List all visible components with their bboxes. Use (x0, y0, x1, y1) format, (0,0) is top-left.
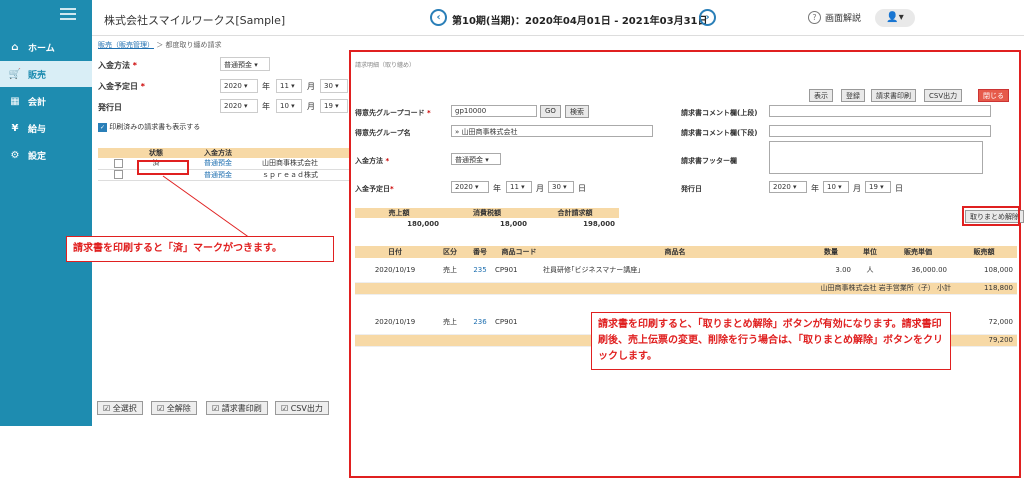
close-button[interactable]: 閉じる (978, 89, 1009, 102)
annotation-right: 請求書を印刷すると、「取りまとめ解除」ボタンが有効になります。請求書印刷後、売上… (591, 312, 951, 370)
search-button[interactable]: 検索 (565, 105, 589, 118)
sales-amount: 180,000 (407, 219, 439, 228)
csv-export-button[interactable]: CSV出力 (924, 89, 963, 102)
due-label: 入金予定日* (355, 185, 394, 193)
register-button[interactable]: 登録 (841, 89, 865, 102)
due-year-select[interactable]: 2020 ▾ (451, 181, 489, 193)
due-day-select[interactable]: 30 ▾ (548, 181, 574, 193)
comment-bottom-label: 請求書コメント欄(下段) (681, 129, 758, 137)
day-unit: 日 (578, 184, 586, 193)
method-label: 入金方法 * (355, 157, 390, 165)
group-code-label: 得意先グループコード * (355, 109, 431, 117)
csv-export-button[interactable]: ☑ CSV出力 (275, 401, 329, 415)
subtotal-row: 山田商事株式会社 岩手営業所（子） 小計 118,800 (355, 282, 1017, 295)
issue-day-select[interactable]: 19 ▾ (865, 181, 891, 193)
year-unit: 年 (493, 184, 501, 193)
comment-top-input[interactable] (769, 105, 991, 117)
group-name-field: » 山田商事株式会社 (451, 125, 653, 137)
go-button[interactable]: GO (540, 105, 561, 118)
comment-bottom-input[interactable] (769, 125, 991, 137)
unbundle-highlight (962, 206, 1020, 226)
invoice-detail-panel: 請求明細（取り纏め） 表示 登録 請求書印刷 CSV出力 閉じる 得意先グループ… (349, 50, 1024, 478)
total-amount: 198,000 (583, 219, 615, 228)
panel-title: 請求明細（取り纏め） (355, 62, 416, 69)
issue-label: 発行日 (681, 185, 702, 193)
deselect-all-button[interactable]: ☑ 全解除 (151, 401, 197, 415)
year-unit: 年 (811, 184, 819, 193)
comment-top-label: 請求書コメント欄(上段) (681, 109, 758, 117)
summary-table: 売上額 消費税額 合計請求額 180,000 18,000 198,000 (355, 208, 619, 229)
tax-amount: 18,000 (499, 219, 527, 228)
group-code-input[interactable]: gp10000 (451, 105, 537, 117)
annotation-left: 請求書を印刷すると「済」マークがつきます。 (66, 236, 334, 262)
slip-number-link[interactable]: 236 (465, 310, 495, 335)
print-invoice-button[interactable]: ☑ 請求書印刷 (206, 401, 268, 415)
print-invoice-button[interactable]: 請求書印刷 (871, 89, 916, 102)
method-select[interactable]: 普通預金 ▾ (451, 153, 501, 165)
footer-label: 請求書フッター欄 (681, 157, 737, 165)
select-all-button[interactable]: ☑ 全選択 (97, 401, 143, 415)
day-unit: 日 (895, 184, 903, 193)
month-unit: 月 (536, 184, 544, 193)
slip-number-link[interactable]: 235 (465, 258, 495, 283)
month-unit: 月 (853, 184, 861, 193)
footer-textarea[interactable] (769, 141, 983, 174)
group-name-label: 得意先グループ名 (355, 129, 411, 137)
issue-month-select[interactable]: 10 ▾ (823, 181, 849, 193)
issue-year-select[interactable]: 2020 ▾ (769, 181, 807, 193)
due-month-select[interactable]: 11 ▾ (506, 181, 532, 193)
table-row: 2020/10/19 売上 235 CP901 社員研修｢ビジネスマナー講座｣ 3.00 人… (355, 258, 1017, 283)
display-button[interactable]: 表示 (809, 89, 833, 102)
